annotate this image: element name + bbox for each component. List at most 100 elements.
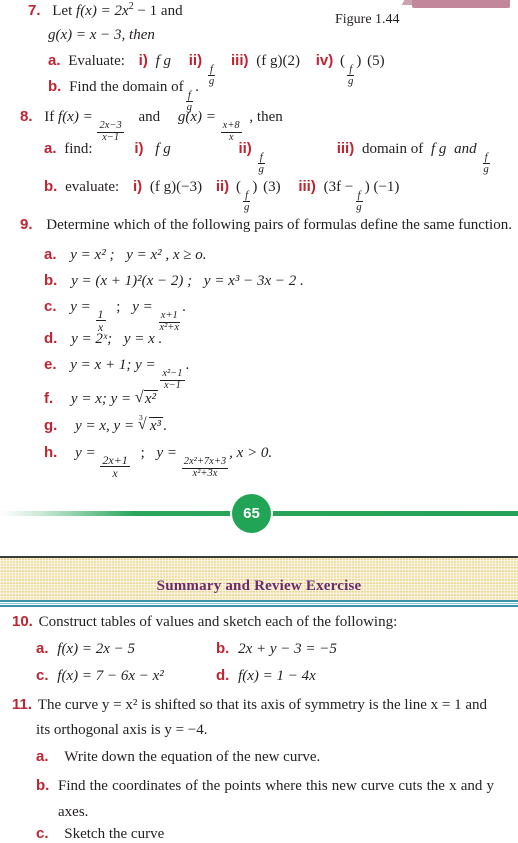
problem-10-a-label: a. xyxy=(36,640,49,657)
problem-8-b-ii-paren-open: ( xyxy=(235,179,241,195)
problem-7-g: g xyxy=(48,27,56,43)
problem-9-stem-text: Determine which of the following pairs o… xyxy=(46,217,512,233)
problem-7-a-i-label: i) xyxy=(138,52,148,69)
problem-7-stem-mid: (x) = 2x xyxy=(80,3,129,19)
problem-10-stem-text: Construct tables of values and sketch ea… xyxy=(38,614,398,630)
problem-11-stem-line1: 11. The curve y = x² is shifted so that … xyxy=(12,696,510,714)
problem-9-h-frac1-num: 2x+1 xyxy=(100,453,130,468)
square-root-icon: √ xyxy=(134,389,144,406)
problem-7-a-iv-paren-open: ( xyxy=(340,53,345,69)
problem-10-number: 10. xyxy=(12,613,33,630)
problem-9-f-label: f. xyxy=(44,390,54,407)
problem-11-item-a: a. Write down the equation of the new cu… xyxy=(36,748,320,766)
problem-9-f-radicand: x² xyxy=(143,390,159,407)
problem-7-b-label: b. xyxy=(48,78,62,95)
problem-8-b-i-label: i) xyxy=(132,178,143,195)
problem-7-stem-post: − 1 and xyxy=(133,3,183,19)
problem-7-a-i-expr: f g xyxy=(155,53,171,69)
problem-8-a-iii-and: and xyxy=(454,141,477,157)
problem-11-c-text: Sketch the curve xyxy=(64,826,165,842)
problem-9-g-lead: y = x, y = xyxy=(75,418,135,434)
problem-9-item-c: c. y = 1x ; y = x+1 x²+x. xyxy=(44,298,186,334)
problem-9-a-part1: y = x² ; xyxy=(70,247,115,263)
problem-8-then: , then xyxy=(249,109,283,125)
problem-9-c-lead2: y = xyxy=(132,299,153,315)
problem-9-g-radical: 3 √ x³ xyxy=(137,413,163,435)
problem-7-a-text: Evaluate: xyxy=(68,53,125,69)
problem-9-h-semicolon: ; xyxy=(140,445,145,461)
problem-11-item-c: c. Sketch the curve xyxy=(36,825,164,843)
problem-8-b-ii-fraction: fg xyxy=(243,188,251,213)
problem-8-a-iii-fraction: fg xyxy=(482,150,490,175)
problem-11-stem-line2: its orthogonal axis is y = −4. xyxy=(36,722,208,739)
problem-7-a-ii-fraction: fg xyxy=(208,62,216,87)
problem-7-a-iii-label: iii) xyxy=(231,52,249,69)
problem-9-g-period: . xyxy=(162,418,167,434)
problem-8-a-iii-fg: f g xyxy=(430,141,447,157)
problem-9-item-g: g. y = x, y = 3 √ x³. xyxy=(44,413,167,435)
problem-7-a-iii-expr: (f g)(2) xyxy=(256,53,300,69)
problem-9-h-lead: y = xyxy=(75,445,96,461)
problem-9-item-a: a. y = x² ; y = x² , x ≥ o. xyxy=(44,246,207,264)
problem-9-d-part1: y = 2ˣ; xyxy=(71,331,113,347)
problem-10-d-label: d. xyxy=(216,667,230,684)
problem-9-h-lead2: y = xyxy=(156,445,178,461)
problem-9-c-frac1-num: 1 xyxy=(95,307,106,322)
problem-8-b-text: evaluate: xyxy=(65,179,120,195)
problem-8-part-b: b. evaluate: i) (f g)(−3) ii) (f g) (3) i… xyxy=(44,178,399,212)
figure-caption: Figure 1.44 xyxy=(335,12,400,27)
problem-9-h-tail: , x > 0. xyxy=(229,445,273,461)
problem-9-h-label: h. xyxy=(44,444,58,461)
problem-9-b-part2: y = x³ − 3x − 2 . xyxy=(203,273,304,289)
problem-9-c-lead: y = xyxy=(70,299,91,315)
problem-11-stem-line1-text: The curve y = x² is shifted so that its … xyxy=(37,697,488,713)
problem-8-a-i-expr: f g xyxy=(155,141,171,157)
problem-9-c-semicolon: ; xyxy=(116,299,121,315)
problem-8-b-iii-label: iii) xyxy=(298,178,316,195)
problem-9-h-fraction-2: 2x²+7x+3 x²+3x xyxy=(181,456,229,479)
problem-8-b-iii-pre: (3f − xyxy=(323,179,354,195)
page-number-badge: 65 xyxy=(232,494,271,533)
problem-9-item-e: e. y = x + 1; y = x²−1 x−1. xyxy=(44,356,189,392)
problem-8-stem: 8. If f(x) = 2x−3 x−1 and g(x) = x+8 x , t… xyxy=(20,108,283,144)
figure-graphic-partial xyxy=(412,0,510,8)
problem-8-a-ii-label: ii) xyxy=(238,140,252,157)
problem-8-b-ii-paren-close: ) xyxy=(252,179,258,195)
problem-7-a-label: a. xyxy=(48,52,61,69)
problem-7-stem-pre: Let xyxy=(52,3,77,19)
problem-7-stem-line2-rest: (x) = x − 3, then xyxy=(55,27,155,43)
problem-7-a-iv-fraction: fg xyxy=(347,62,355,87)
banner-rule-middle xyxy=(0,603,518,604)
problem-9-g-label: g. xyxy=(44,417,58,434)
problem-9-a-label: a. xyxy=(44,246,57,263)
problem-11-number: 11. xyxy=(12,696,33,713)
problem-9-c-label: c. xyxy=(44,298,57,315)
problem-9-e-frac-den: x−1 xyxy=(163,379,181,391)
problem-7-number: 7. xyxy=(28,2,41,19)
problem-9-d-label: d. xyxy=(44,330,58,347)
problem-9-item-b: b. y = (x + 1)²(x − 2) ; y = x³ − 3x − 2… xyxy=(44,272,304,290)
problem-8-b-iii-post: ) (−1) xyxy=(364,179,400,195)
problem-10-c-label: c. xyxy=(36,667,49,684)
problem-7-b-period: . xyxy=(195,79,199,95)
problem-10-b-text: 2x + y − 3 = −5 xyxy=(238,641,337,657)
banner-rule-upper xyxy=(0,600,518,602)
problem-11-item-b: b. Find the coordinates of the points wh… xyxy=(36,773,494,825)
problem-11-c-label: c. xyxy=(36,825,49,842)
problem-8-g-eq: (x) = xyxy=(185,109,216,125)
cube-root-icon: √ xyxy=(137,416,147,433)
problem-9-f-lead: y = x; y = xyxy=(70,391,132,407)
problem-11-b-text: Find the coordinates of the points where… xyxy=(58,778,494,820)
problem-11-b-label: b. xyxy=(36,777,50,794)
textbook-page: Figure 1.44 7. Let f(x) = 2x2 − 1 and g(… xyxy=(0,0,518,843)
problem-9-e-period: . xyxy=(185,357,190,373)
problem-8-and: and xyxy=(138,109,161,125)
problem-10-b-label: b. xyxy=(216,640,230,657)
problem-9-e-lead: y = x + 1; y = xyxy=(70,357,156,373)
problem-7-a-ii-label: ii) xyxy=(188,52,203,69)
problem-10-c-text: (x) = 7 − 6x − x² xyxy=(61,668,164,684)
banner-rule-lower xyxy=(0,605,518,607)
problem-10-a-text: (x) = 2x − 5 xyxy=(61,641,135,657)
problem-9-g-radicand: x³ xyxy=(148,417,163,434)
problem-9-stem: 9. Determine which of the following pair… xyxy=(20,216,512,234)
